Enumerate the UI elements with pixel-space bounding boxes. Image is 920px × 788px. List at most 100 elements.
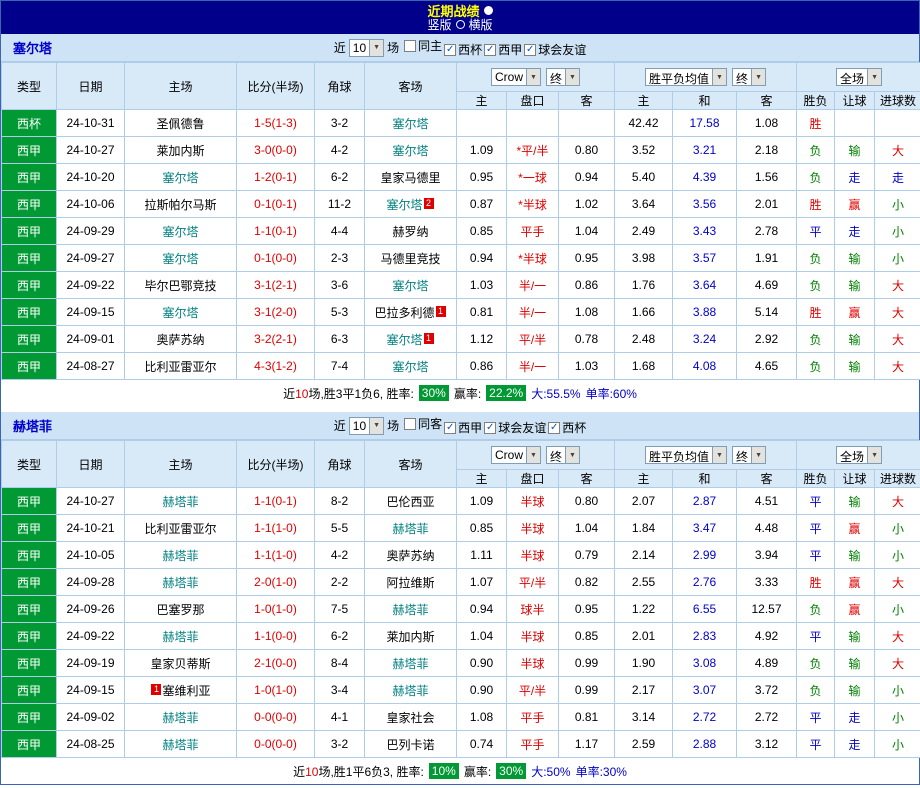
cell-handicap-result: 赢 bbox=[835, 569, 875, 596]
average-final-select[interactable]: 终▼ bbox=[732, 68, 766, 86]
cell-avg-home: 5.40 bbox=[615, 164, 673, 191]
summary-bar: 近10场,胜3平1负6, 胜率: 30% 赢率: 22.2% 大:55.5% 单… bbox=[1, 380, 919, 406]
checkbox-icon bbox=[404, 418, 416, 430]
cell-avg-away: 1.08 bbox=[737, 110, 797, 137]
recent-count-select[interactable]: 10▼ bbox=[349, 417, 384, 435]
cell-score: 1-1(0-1) bbox=[237, 218, 315, 245]
cell-competition: 西甲 bbox=[2, 542, 57, 569]
cell-handicap: 半/一 bbox=[507, 272, 559, 299]
horizontal-layout-radio[interactable] bbox=[456, 20, 465, 29]
cell-date: 24-09-26 bbox=[57, 596, 125, 623]
win-rate-badge: 10% bbox=[429, 763, 459, 779]
average-final-select[interactable]: 终▼ bbox=[732, 446, 766, 464]
scope-select[interactable]: 全场▼ bbox=[836, 68, 882, 86]
filter-checkbox[interactable]: ✓球会友谊 bbox=[484, 419, 546, 436]
cell-competition: 西杯 bbox=[2, 110, 57, 137]
cell-avg-draw: 17.58 bbox=[673, 110, 737, 137]
cell-date: 24-10-20 bbox=[57, 164, 125, 191]
cell-avg-draw: 3.24 bbox=[673, 326, 737, 353]
recent-count-select[interactable]: 10▼ bbox=[349, 39, 384, 57]
team-name: 毕尔巴鄂竞技 bbox=[144, 279, 216, 293]
filter-checkbox[interactable]: ✓西甲 bbox=[484, 41, 522, 58]
odds-final-select[interactable]: 终▼ bbox=[546, 446, 580, 464]
team-name: 赫塔菲 bbox=[392, 657, 428, 671]
cell-odds-home: 1.09 bbox=[457, 488, 507, 515]
red-card-badge: 1 bbox=[151, 684, 161, 695]
cell-odds-home: 0.87 bbox=[457, 191, 507, 218]
cell-avg-away: 5.14 bbox=[737, 299, 797, 326]
cell-handicap: *半球 bbox=[507, 245, 559, 272]
match-row: 西甲24-09-19皇家贝蒂斯2-1(0-0)8-4赫塔菲0.90半球0.991… bbox=[2, 650, 920, 677]
team-name: 皇家贝蒂斯 bbox=[150, 657, 210, 671]
cell-score: 1-0(1-0) bbox=[237, 596, 315, 623]
chevron-down-icon: ▼ bbox=[867, 69, 881, 85]
filter-bar: 近 10▼ 场 同客✓西甲✓球会友谊✓西杯 bbox=[334, 415, 586, 436]
cell-handicap-result: 走 bbox=[835, 704, 875, 731]
odds-company-select[interactable]: Crow▼ bbox=[491, 446, 541, 464]
cell-competition: 西甲 bbox=[2, 191, 57, 218]
cell-result: 平 bbox=[797, 515, 835, 542]
cell-date: 24-09-15 bbox=[57, 677, 125, 704]
col-header-avg-home: 主 bbox=[615, 470, 673, 488]
checkbox-icon: ✓ bbox=[444, 44, 456, 56]
cell-odds-away: 0.99 bbox=[559, 650, 615, 677]
red-card-badge: 1 bbox=[424, 333, 434, 344]
filter-checkbox[interactable]: ✓西甲 bbox=[444, 419, 482, 436]
cell-home-team: 巴塞罗那 bbox=[125, 596, 237, 623]
col-header-handicap: 盘口 bbox=[507, 92, 559, 110]
col-header-result: 胜负 bbox=[797, 92, 835, 110]
filter-checkbox[interactable]: 同主 bbox=[404, 37, 442, 54]
match-rows: 西杯24-10-31圣佩德鲁1-5(1-3)3-2塞尔塔42.4217.581.… bbox=[2, 110, 920, 380]
vertical-layout-label[interactable]: 竖版 bbox=[427, 16, 451, 33]
cell-odds-away: 1.02 bbox=[559, 191, 615, 218]
average-odds-select[interactable]: 胜平负均值▼ bbox=[645, 68, 727, 86]
filter-checkbox[interactable]: ✓西杯 bbox=[548, 419, 586, 436]
col-header-score: 比分(半场) bbox=[237, 441, 315, 488]
cell-date: 24-09-22 bbox=[57, 272, 125, 299]
cell-handicap: 球半 bbox=[507, 596, 559, 623]
cell-odds-away: 0.79 bbox=[559, 542, 615, 569]
cell-avg-away: 2.01 bbox=[737, 191, 797, 218]
team-name: 奥萨苏纳 bbox=[386, 549, 434, 563]
match-row: 西甲24-08-25赫塔菲0-0(0-0)3-2巴列卡诺0.74平手1.172.… bbox=[2, 731, 920, 758]
cell-goals: 大 bbox=[875, 326, 920, 353]
team-name: 塞尔塔 bbox=[386, 333, 422, 347]
cell-avg-away: 2.72 bbox=[737, 704, 797, 731]
cell-avg-away: 4.69 bbox=[737, 272, 797, 299]
cell-competition: 西甲 bbox=[2, 164, 57, 191]
cell-result: 负 bbox=[797, 137, 835, 164]
odds-final-select[interactable]: 终▼ bbox=[546, 68, 580, 86]
filter-checkbox[interactable]: 同客 bbox=[404, 415, 442, 432]
match-row: 西杯24-10-31圣佩德鲁1-5(1-3)3-2塞尔塔42.4217.581.… bbox=[2, 110, 920, 137]
cell-result: 平 bbox=[797, 704, 835, 731]
scope-select[interactable]: 全场▼ bbox=[836, 446, 882, 464]
col-header-avg-home: 主 bbox=[615, 92, 673, 110]
summary-bar: 近10场,胜1平6负3, 胜率: 10% 赢率: 30% 大:50% 单率:30… bbox=[1, 758, 919, 784]
cell-score: 1-0(1-0) bbox=[237, 677, 315, 704]
cell-away-team: 奥萨苏纳 bbox=[365, 542, 457, 569]
cell-date: 24-08-27 bbox=[57, 353, 125, 380]
cell-handicap-result: 赢 bbox=[835, 191, 875, 218]
filter-checkbox[interactable]: ✓球会友谊 bbox=[524, 41, 586, 58]
odds-company-select[interactable]: Crow▼ bbox=[491, 68, 541, 86]
horizontal-layout-label[interactable]: 横版 bbox=[469, 16, 493, 33]
cell-away-team: 赫塔菲 bbox=[365, 515, 457, 542]
match-row: 西甲24-10-21比利亚雷亚尔1-1(1-0)5-5赫塔菲0.85半球1.04… bbox=[2, 515, 920, 542]
cell-away-team: 塞尔塔 bbox=[365, 272, 457, 299]
cell-corners: 6-3 bbox=[315, 326, 365, 353]
col-header-score: 比分(半场) bbox=[237, 63, 315, 110]
cell-corners: 3-6 bbox=[315, 272, 365, 299]
filter-checkbox[interactable]: ✓西杯 bbox=[444, 41, 482, 58]
average-odds-select[interactable]: 胜平负均值▼ bbox=[645, 446, 727, 464]
near-label: 近 bbox=[334, 417, 346, 434]
vertical-layout-radio[interactable] bbox=[484, 6, 493, 15]
cell-home-team: 莱加内斯 bbox=[125, 137, 237, 164]
team-name: 塞维利亚 bbox=[162, 684, 210, 698]
recent-results-page: 近期战绩 竖版 横版 塞尔塔 近 10▼ 场 同主✓西杯✓西甲✓球会友谊 类型 bbox=[0, 0, 920, 785]
team-name: 巴伦西亚 bbox=[386, 495, 434, 509]
cell-date: 24-10-05 bbox=[57, 542, 125, 569]
team-name: 塞尔塔 bbox=[162, 225, 198, 239]
cell-handicap: 平手 bbox=[507, 218, 559, 245]
cell-home-team: 赫塔菲 bbox=[125, 542, 237, 569]
col-header-avg-draw: 和 bbox=[673, 470, 737, 488]
